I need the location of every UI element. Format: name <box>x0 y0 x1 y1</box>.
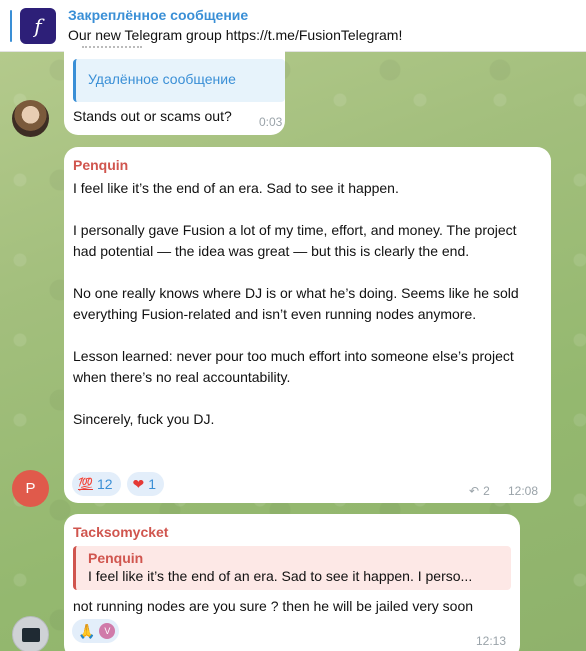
reply-quote[interactable]: Penquin I feel like it’s the end of an e… <box>73 546 511 590</box>
message-time: 0:03 <box>259 115 283 129</box>
reaction-pray[interactable]: 🙏 V <box>72 619 120 643</box>
sender-name[interactable]: Penquin <box>73 157 128 173</box>
heart-icon: ❤ <box>132 475 145 492</box>
reaction-count: 1 <box>148 476 157 492</box>
folded-hands-icon: 🙏 <box>78 622 96 639</box>
reaction-count: 12 <box>96 476 113 492</box>
truncated-text <box>82 46 142 50</box>
sender-name[interactable]: Tacksomycket <box>73 524 168 540</box>
paragraph: I personally gave Fusion a lot of my tim… <box>73 222 517 259</box>
message-text: I feel like it’s the end of an era. Sad … <box>73 178 543 430</box>
reactions: 💯 12 ❤ 1 <box>72 472 165 496</box>
avatar[interactable] <box>12 100 49 137</box>
avatar[interactable] <box>12 616 49 651</box>
reply-sender: Penquin <box>88 550 144 566</box>
paragraph: Sincerely, fuck you DJ. <box>73 411 215 427</box>
paragraph: No one really knows where DJ is or what … <box>73 285 519 322</box>
replies-count: 2 <box>483 484 490 498</box>
reply-arrow-icon: ↶ <box>469 484 480 498</box>
message-text: not running nodes are you sure ? then he… <box>73 598 474 614</box>
hundred-points-icon: 💯 <box>78 477 93 491</box>
pinned-indicator <box>10 10 12 42</box>
pinned-message-bar[interactable]: f Закреплённое сообщение Our new Telegra… <box>0 0 586 52</box>
reaction-100[interactable]: 💯 12 <box>72 472 121 496</box>
pinned-text: Our new Telegram group https://t.me/Fusi… <box>68 27 403 43</box>
paragraph: I feel like it’s the end of an era. Sad … <box>73 180 399 196</box>
message-bubble[interactable]: Penquin I feel like it’s the end of an e… <box>64 147 551 503</box>
message-time: 12:08 <box>508 484 539 498</box>
message-bubble[interactable]: Удалённое сообщение Stands out or scams … <box>64 46 285 135</box>
reply-quote[interactable]: Удалённое сообщение <box>73 59 285 102</box>
fusion-logo-icon: f <box>20 8 56 44</box>
paragraph: Lesson learned: never pour too much effo… <box>73 348 514 385</box>
replies-counter[interactable]: ↶ 2 <box>469 484 490 498</box>
message-time: 12:13 <box>476 634 507 648</box>
message-text: Stands out or scams out? <box>73 108 232 124</box>
avatar-letter: P <box>25 480 36 497</box>
reactions: 🙏 V <box>72 619 120 643</box>
reactor-avatar: V <box>99 623 116 639</box>
message-bubble[interactable]: Tacksomycket Penquin I feel like it’s th… <box>64 514 520 651</box>
avatar[interactable]: P <box>12 470 49 507</box>
monitor-icon <box>21 627 40 642</box>
reaction-heart[interactable]: ❤ 1 <box>126 472 165 496</box>
reply-text: I feel like it’s the end of an era. Sad … <box>88 568 473 584</box>
pinned-title: Закреплённое сообщение <box>68 7 249 23</box>
